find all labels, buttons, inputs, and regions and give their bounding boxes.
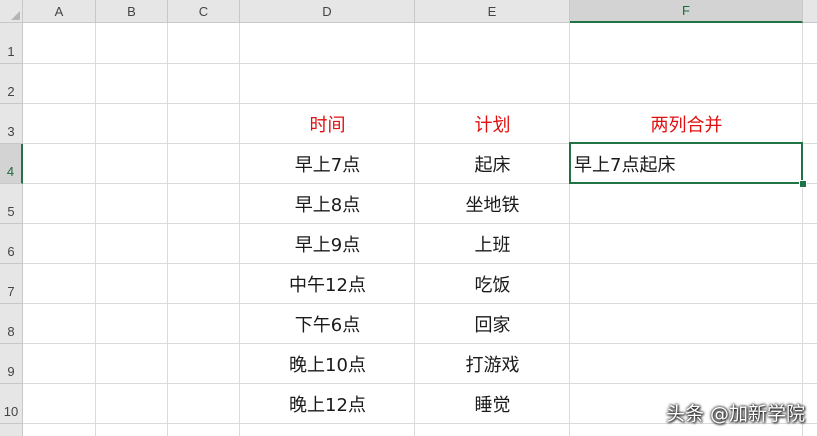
fill-handle[interactable] <box>799 180 807 188</box>
cell-e10-plan[interactable]: 睡觉 <box>415 384 570 424</box>
select-all-button[interactable] <box>0 0 23 23</box>
cell-e3-header-plan[interactable]: 计划 <box>415 104 570 144</box>
cell-e5-plan[interactable]: 坐地铁 <box>415 184 570 224</box>
gridline <box>167 23 168 436</box>
cell-e6-plan[interactable]: 上班 <box>415 224 570 264</box>
watermark: 头条 @加新学院 <box>665 403 805 425</box>
cell-d7-time[interactable]: 中午12点 <box>240 264 415 304</box>
row-header-7[interactable]: 7 <box>0 264 23 304</box>
row-header-5[interactable]: 5 <box>0 184 23 224</box>
row-header-9[interactable]: 9 <box>0 344 23 384</box>
cell-d10-time[interactable]: 晚上12点 <box>240 384 415 424</box>
cell-e7-plan[interactable]: 吃饭 <box>415 264 570 304</box>
select-all-triangle-icon <box>11 11 20 20</box>
row-header-1[interactable]: 1 <box>0 23 23 64</box>
row-header-10[interactable]: 10 <box>0 384 23 424</box>
column-header-e[interactable]: E <box>415 0 570 23</box>
column-header-b[interactable]: B <box>96 0 168 23</box>
column-header-c[interactable]: C <box>168 0 240 23</box>
cell-d4-time[interactable]: 早上7点 <box>240 144 415 184</box>
row-header-3[interactable]: 3 <box>0 104 23 144</box>
column-header-d[interactable]: D <box>240 0 415 23</box>
row-header-8[interactable]: 8 <box>0 304 23 344</box>
row-header-4[interactable]: 4 <box>0 144 23 184</box>
cell-e9-plan[interactable]: 打游戏 <box>415 344 570 384</box>
row-header-2[interactable]: 2 <box>0 64 23 104</box>
cell-f3-header-merge[interactable]: 两列合并 <box>570 104 803 144</box>
gridline <box>802 23 803 436</box>
column-header-g-partial[interactable] <box>803 0 817 23</box>
cell-e8-plan[interactable]: 回家 <box>415 304 570 344</box>
row-header-6[interactable]: 6 <box>0 224 23 264</box>
cell-d6-time[interactable]: 早上9点 <box>240 224 415 264</box>
column-header-f[interactable]: F <box>570 0 803 23</box>
gridline <box>95 23 96 436</box>
gridline <box>23 63 817 64</box>
spreadsheet-grid: A B C D E F 1 2 3 4 5 6 7 8 9 10 时间 计划 两… <box>0 0 817 436</box>
cell-e4-plan[interactable]: 起床 <box>415 144 570 184</box>
cell-d3-header-time[interactable]: 时间 <box>240 104 415 144</box>
cell-d5-time[interactable]: 早上8点 <box>240 184 415 224</box>
row-header-11-partial[interactable] <box>0 424 23 436</box>
cell-d9-time[interactable]: 晚上10点 <box>240 344 415 384</box>
active-cell-selection[interactable] <box>569 142 803 184</box>
column-header-a[interactable]: A <box>23 0 96 23</box>
cell-d8-time[interactable]: 下午6点 <box>240 304 415 344</box>
